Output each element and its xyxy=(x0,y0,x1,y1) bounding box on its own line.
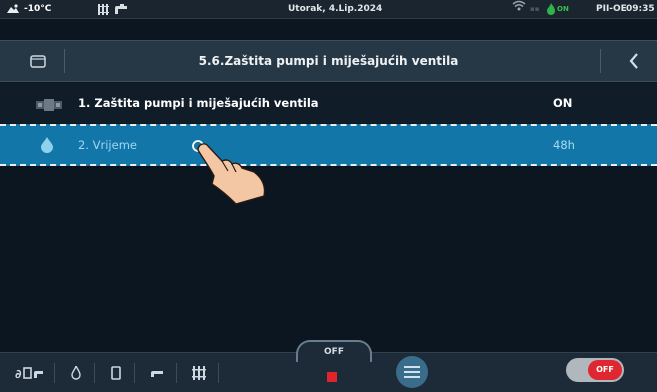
flame-button[interactable] xyxy=(64,361,88,385)
outdoor-temperature-icon xyxy=(7,4,19,13)
pump-icon xyxy=(36,96,62,115)
tap-water-button[interactable] xyxy=(144,361,170,385)
off-status-tab[interactable]: OFF xyxy=(296,340,372,362)
stop-icon[interactable] xyxy=(327,372,337,382)
menu-icon-line xyxy=(404,371,420,373)
page-header: 5.6.Zaštita pumpi i miješajućih ventila xyxy=(0,40,657,82)
status-flame: ON xyxy=(546,0,569,18)
radiator-button[interactable] xyxy=(186,361,212,385)
power-toggle[interactable]: OFF xyxy=(566,358,624,382)
list-item-selected[interactable]: 2. Vrijeme 48h xyxy=(0,124,657,166)
list-item-value: 48h xyxy=(553,138,575,152)
menu-icon-line xyxy=(404,376,420,378)
back-arrow-icon xyxy=(629,53,638,69)
list-item[interactable]: 1. Zaštita pumpi i miješajućih ventila O… xyxy=(0,83,657,123)
status-separator: ▪▪ xyxy=(530,5,540,13)
heating-mode-button[interactable]: ∂ xyxy=(12,361,48,385)
toolbar-divider xyxy=(54,363,55,383)
flame-status: ON xyxy=(557,5,569,13)
tap-icon xyxy=(151,371,163,377)
status-time: 09:35 xyxy=(626,4,655,14)
tap-icon xyxy=(115,3,127,14)
toolbar-divider xyxy=(94,363,95,383)
menu-button[interactable] xyxy=(396,356,428,388)
back-button[interactable] xyxy=(620,47,648,75)
wifi-icon xyxy=(512,0,526,18)
list-item-value: ON xyxy=(553,96,573,110)
boiler-icon xyxy=(111,366,121,380)
menu-icon-line xyxy=(404,366,420,368)
toolbar-divider xyxy=(134,363,135,383)
power-toggle-label: OFF xyxy=(588,360,622,380)
drop-icon xyxy=(40,137,54,157)
flame-icon xyxy=(547,3,555,15)
status-heating-indicators xyxy=(98,0,130,18)
boiler-button[interactable] xyxy=(104,361,128,385)
status-date: Utorak, 4.Lip.2024 xyxy=(288,4,383,14)
temperature-readout: -10°C xyxy=(24,4,52,14)
toolbar-divider xyxy=(176,363,177,383)
flame-icon xyxy=(71,366,81,380)
tap-hand-icon xyxy=(184,138,274,216)
status-mode: PII-OE xyxy=(596,4,627,14)
list-item-label: 2. Vrijeme xyxy=(78,138,137,152)
heating-mode-icon: ∂ xyxy=(15,367,43,380)
header-divider xyxy=(600,49,601,73)
radiator-icon xyxy=(98,3,109,15)
status-bar: -10°C Utorak, 4.Lip.2024 ▪▪ ON PII-OE 09… xyxy=(0,0,657,19)
page-title: 5.6.Zaštita pumpi i miješajućih ventila xyxy=(198,54,459,68)
list-item-label: 1. Zaštita pumpi i miješajućih ventila xyxy=(78,96,319,110)
svg-text:∂: ∂ xyxy=(15,367,22,380)
radiator-icon xyxy=(192,366,206,380)
toolbar-divider xyxy=(218,363,219,383)
outdoor-temperature: -10°C xyxy=(6,0,51,18)
